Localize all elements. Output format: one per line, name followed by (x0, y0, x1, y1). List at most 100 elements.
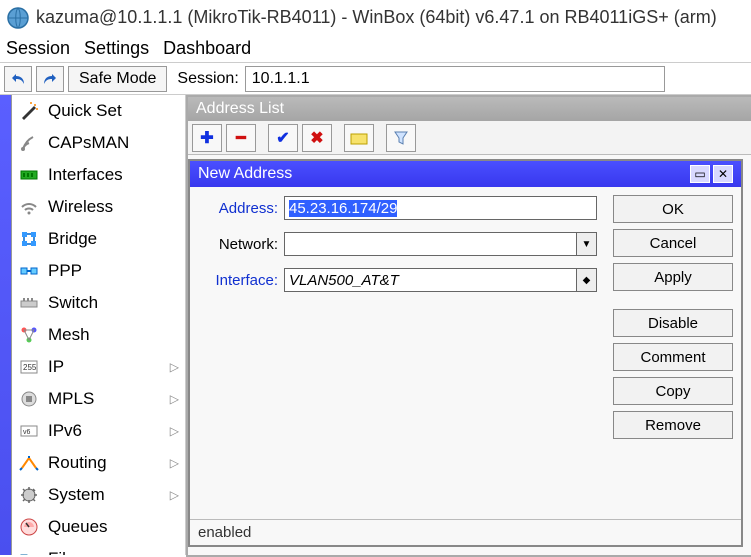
bridge-icon (18, 228, 40, 250)
session-label: Session: (177, 70, 238, 88)
remove-button[interactable]: Remove (613, 411, 733, 439)
submenu-arrow-icon: ▷ (170, 456, 179, 470)
sidebar-item-interfaces[interactable]: Interfaces (12, 159, 185, 191)
ip-icon: 255 (18, 356, 40, 378)
disable-button[interactable]: ✖ (302, 124, 332, 152)
sidebar-item-system[interactable]: System ▷ (12, 479, 185, 511)
interface-dropdown-button[interactable]: ◆ (577, 268, 597, 292)
sidebar-item-label: IPv6 (48, 421, 82, 441)
main-toolbar: Safe Mode Session: 10.1.1.1 (0, 63, 751, 95)
address-list-title[interactable]: Address List (188, 97, 751, 121)
sidebar: Quick Set CAPsMAN Interfaces Wireless Bridge… (12, 95, 186, 555)
sidebar-item-label: Interfaces (48, 165, 123, 185)
sidebar-item-label: Files (48, 549, 84, 556)
cancel-button[interactable]: Cancel (613, 229, 733, 257)
address-input[interactable]: 45.23.16.174/29 (284, 196, 597, 220)
sidebar-item-capsman[interactable]: CAPsMAN (12, 127, 185, 159)
network-dropdown-button[interactable]: ▼ (577, 232, 597, 256)
sidebar-item-switch[interactable]: Switch (12, 287, 185, 319)
ppp-icon (18, 260, 40, 282)
network-label: Network: (198, 236, 278, 253)
submenu-arrow-icon: ▷ (170, 360, 179, 374)
redo-button[interactable] (36, 66, 64, 92)
dialog-form: Address: 45.23.16.174/29 Network: ▼ Inte… (198, 195, 597, 511)
ant-icon (18, 132, 40, 154)
mesh-icon (18, 324, 40, 346)
sidebar-item-mpls[interactable]: MPLS ▷ (12, 383, 185, 415)
queues-icon (18, 516, 40, 538)
files-icon (18, 548, 40, 556)
side-gutter (0, 95, 12, 555)
svg-text:255: 255 (23, 363, 37, 372)
copy-button[interactable]: Copy (613, 377, 733, 405)
dialog-close-button[interactable]: ✕ (713, 165, 733, 183)
session-field: 10.1.1.1 (245, 66, 665, 92)
mpls-icon (18, 388, 40, 410)
remove-button[interactable]: ━ (226, 124, 256, 152)
sidebar-item-label: Routing (48, 453, 107, 473)
apply-button[interactable]: Apply (613, 263, 733, 291)
sidebar-item-routing[interactable]: Routing ▷ (12, 447, 185, 479)
content-area: Address List ✚ ━ ✔ ✖ New Address ▭ ✕ (186, 95, 751, 555)
comment-button[interactable]: Comment (613, 343, 733, 371)
switch-icon (18, 292, 40, 314)
ipv6-icon: v6 (18, 420, 40, 442)
sidebar-item-quick-set[interactable]: Quick Set (12, 95, 185, 127)
sidebar-item-label: Queues (48, 517, 108, 537)
interface-label: Interface: (198, 272, 278, 289)
sidebar-item-bridge[interactable]: Bridge (12, 223, 185, 255)
safe-mode-button[interactable]: Safe Mode (68, 66, 167, 92)
sidebar-item-label: Switch (48, 293, 98, 313)
sidebar-item-files[interactable]: Files (12, 543, 185, 555)
sidebar-item-mesh[interactable]: Mesh (12, 319, 185, 351)
submenu-arrow-icon: ▷ (170, 488, 179, 502)
new-address-dialog: New Address ▭ ✕ Address: 45.23.16.174/29… (188, 159, 743, 547)
iface-icon (18, 164, 40, 186)
menu-dashboard[interactable]: Dashboard (163, 38, 251, 59)
sidebar-item-label: CAPsMAN (48, 133, 129, 153)
network-input[interactable] (284, 232, 577, 256)
window-titlebar: kazuma@10.1.1.1 (MikroTik-RB4011) - WinB… (0, 0, 751, 35)
menubar: Session Settings Dashboard (0, 35, 751, 63)
ok-button[interactable]: OK (613, 195, 733, 223)
add-button[interactable]: ✚ (192, 124, 222, 152)
address-list-toolbar: ✚ ━ ✔ ✖ (188, 121, 751, 155)
sidebar-item-ip[interactable]: 255 IP ▷ (12, 351, 185, 383)
sidebar-item-label: System (48, 485, 105, 505)
sidebar-item-label: IP (48, 357, 64, 377)
dialog-minimize-button[interactable]: ▭ (690, 165, 710, 183)
window-title: kazuma@10.1.1.1 (MikroTik-RB4011) - WinB… (36, 7, 717, 28)
sidebar-item-label: MPLS (48, 389, 94, 409)
dialog-status: enabled (190, 519, 741, 545)
enable-button[interactable]: ✔ (268, 124, 298, 152)
submenu-arrow-icon: ▷ (170, 424, 179, 438)
dialog-buttons: OK Cancel Apply Disable Comment Copy Rem… (613, 195, 733, 511)
interface-input[interactable]: VLAN500_AT&T (284, 268, 577, 292)
menu-settings[interactable]: Settings (84, 38, 149, 59)
routing-icon (18, 452, 40, 474)
sidebar-item-ppp[interactable]: PPP (12, 255, 185, 287)
sidebar-item-label: Quick Set (48, 101, 122, 121)
address-list-window: Address List ✚ ━ ✔ ✖ New Address ▭ ✕ (186, 95, 751, 557)
system-icon (18, 484, 40, 506)
dialog-titlebar[interactable]: New Address ▭ ✕ (190, 161, 741, 187)
sidebar-item-label: Wireless (48, 197, 113, 217)
menu-session[interactable]: Session (6, 38, 70, 59)
wifi-icon (18, 196, 40, 218)
sidebar-item-wireless[interactable]: Wireless (12, 191, 185, 223)
sidebar-item-label: Mesh (48, 325, 90, 345)
dialog-title: New Address (198, 165, 687, 183)
sidebar-item-queues[interactable]: Queues (12, 511, 185, 543)
address-label: Address: (198, 200, 278, 217)
sidebar-item-label: Bridge (48, 229, 97, 249)
wand-icon (18, 100, 40, 122)
svg-text:v6: v6 (23, 429, 31, 436)
disable-button[interactable]: Disable (613, 309, 733, 337)
submenu-arrow-icon: ▷ (170, 392, 179, 406)
sidebar-item-ipv6[interactable]: v6 IPv6 ▷ (12, 415, 185, 447)
sidebar-item-label: PPP (48, 261, 82, 281)
undo-button[interactable] (4, 66, 32, 92)
app-icon (6, 6, 30, 30)
comment-button[interactable] (344, 124, 374, 152)
filter-button[interactable] (386, 124, 416, 152)
